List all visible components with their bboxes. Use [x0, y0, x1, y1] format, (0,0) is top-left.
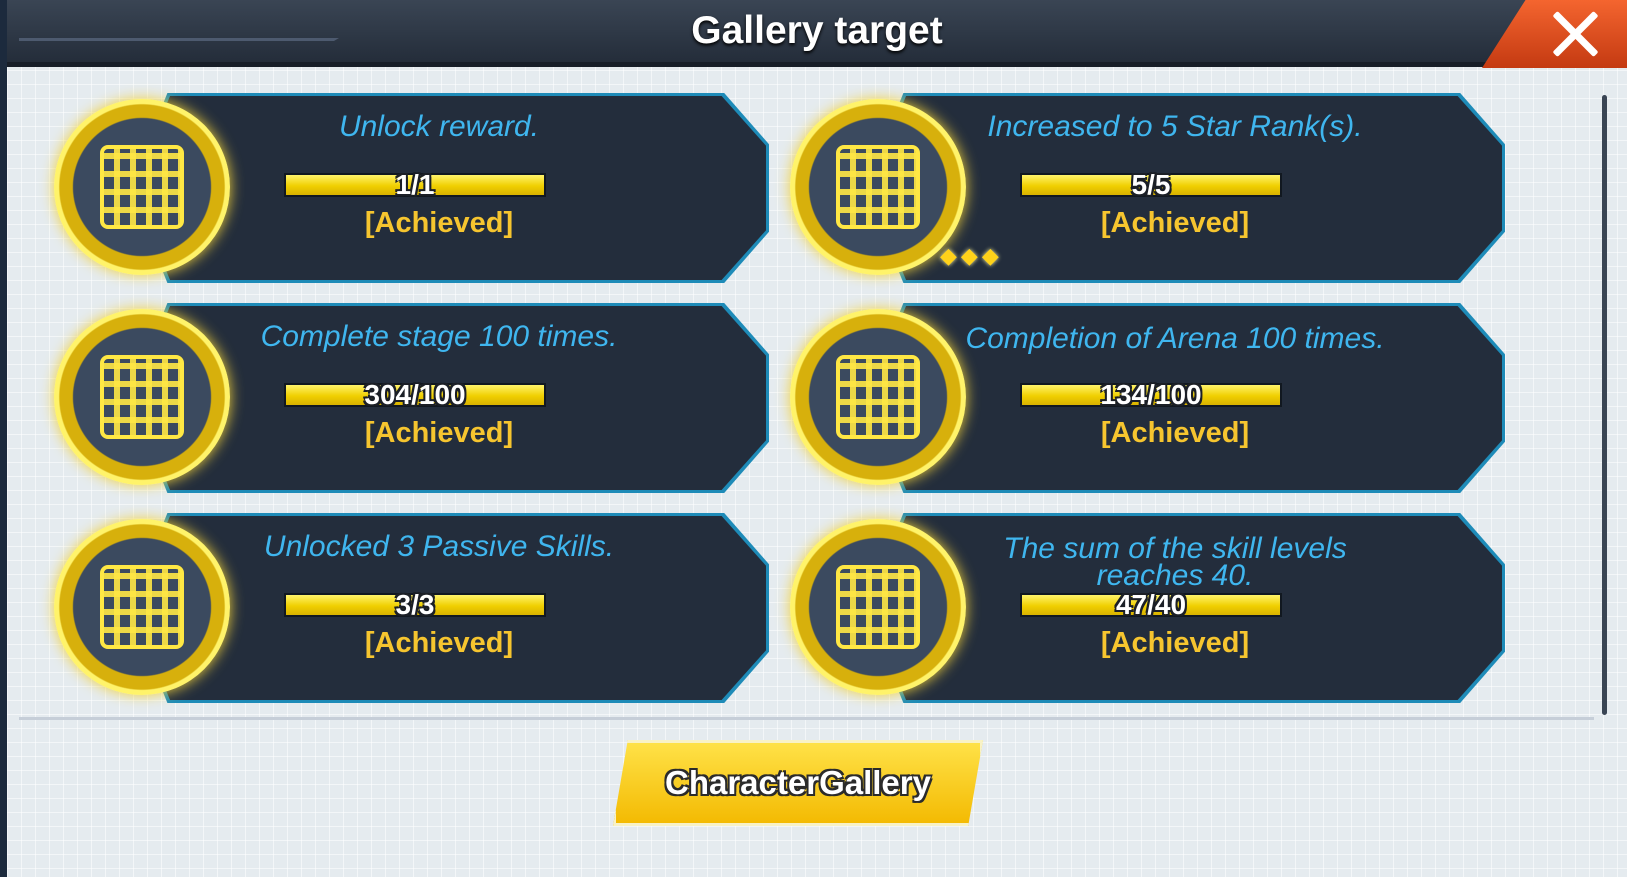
character-gallery-button[interactable]: CharacterGallery [613, 740, 983, 826]
status-label: [Achieved] [364, 627, 514, 659]
gold-medal-icon [54, 519, 230, 695]
dialog-title: Gallery target [691, 9, 943, 52]
dialog-header: Gallery target [7, 0, 1627, 68]
star-rank-icon: ◆◆◆ [940, 243, 1003, 268]
target-card[interactable]: Completion of Arena 100 times. 134/100 [… [790, 303, 1505, 493]
close-icon [1550, 9, 1600, 59]
scrollbar[interactable] [1602, 95, 1607, 715]
progress-bar: 134/100 [1020, 379, 1282, 410]
target-description: The sum of the skill levels reaches 40. [1003, 532, 1347, 592]
target-description: Unlock reward. [338, 110, 540, 143]
progress-text: 134/100 [1100, 379, 1202, 410]
target-card[interactable]: Unlock reward. 1/1 [Achieved] [54, 93, 769, 283]
progress-text: 304/100 [364, 379, 466, 410]
progress-bar: 1/1 [284, 169, 546, 200]
character-gallery-label: CharacterGallery [665, 764, 931, 801]
target-description: Complete stage 100 times. [260, 320, 618, 353]
medal-emblem [836, 355, 920, 439]
target-card[interactable]: The sum of the skill levels reaches 40. … [790, 513, 1505, 703]
progress-text: 1/1 [395, 169, 435, 200]
status-label: [Achieved] [1100, 417, 1250, 449]
progress-text: 47/40 [1115, 589, 1187, 620]
medal-emblem [836, 565, 920, 649]
gold-medal-icon [790, 309, 966, 485]
target-card[interactable]: Complete stage 100 times. 304/100 [Achie… [54, 303, 769, 493]
target-card[interactable]: ◆◆◆ Increased to 5 Star Rank(s). 5/5 [Ac… [790, 93, 1505, 283]
progress-bar: 304/100 [284, 379, 546, 410]
scrollbar-thumb[interactable] [1602, 95, 1607, 715]
progress-text: 5/5 [1131, 169, 1171, 200]
gallery-target-dialog: Gallery target Unlock reward. 1/1 [Achie… [7, 0, 1627, 877]
medal-emblem [100, 145, 184, 229]
target-description: Completion of Arena 100 times. [965, 322, 1385, 355]
medal-emblem [100, 565, 184, 649]
medal-emblem [836, 145, 920, 229]
gold-medal-icon [54, 99, 230, 275]
progress-bar: 3/3 [284, 589, 546, 620]
status-label: [Achieved] [1100, 207, 1250, 239]
status-label: [Achieved] [364, 207, 514, 239]
divider [19, 717, 1594, 720]
target-description: Unlocked 3 Passive Skills. [263, 530, 615, 563]
progress-bar: 5/5 [1020, 169, 1282, 200]
progress-text: 3/3 [395, 589, 435, 620]
progress-bar: 47/40 [1020, 589, 1282, 620]
gold-medal-icon [54, 309, 230, 485]
medal-emblem [100, 355, 184, 439]
target-description: Increased to 5 Star Rank(s). [987, 110, 1363, 143]
status-label: [Achieved] [364, 417, 514, 449]
gold-medal-icon [790, 519, 966, 695]
target-card[interactable]: Unlocked 3 Passive Skills. 3/3 [Achieved… [54, 513, 769, 703]
status-label: [Achieved] [1100, 627, 1250, 659]
